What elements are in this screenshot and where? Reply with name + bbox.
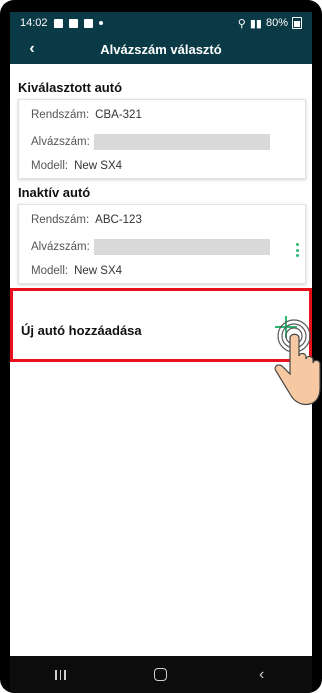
notification-icon [83,18,93,28]
signal-icon: ▮▮ [249,17,262,30]
plate-value: CBA-321 [95,109,142,121]
vin-row: Alvázszám: [31,134,270,150]
message-icon [68,18,78,28]
vin-label: Alvázszám: [31,241,90,253]
home-button[interactable] [141,660,181,690]
status-bar: 14:02 ⚲ ▮▮ 80% [10,12,312,34]
recents-button[interactable] [40,660,80,690]
inactive-car-title: Inaktív autó [18,185,91,200]
recents-icon [55,669,66,680]
model-value: New SX4 [74,160,123,172]
home-icon [154,668,168,681]
battery-icon [292,17,302,29]
dot-icon [98,21,103,25]
vin-masked [93,134,270,150]
model-label: Modell: [31,265,69,277]
vin-masked [93,239,270,255]
system-back-button[interactable]: ‹ [242,660,282,690]
page-title: Alvázszám választó [100,41,222,57]
plate-row: Rendszám: ABC-123 [31,214,142,226]
model-label: Modell: [31,160,69,172]
kebab-menu-icon[interactable] [295,243,299,257]
phone-frame: 14:02 ⚲ ▮▮ 80% ‹ Alvázszám választó Kivá… [0,0,322,693]
add-car-label: Új autó hozzáadása [21,323,142,338]
battery-level: 80% [265,17,288,29]
model-row: Modell: New SX4 [31,265,122,277]
plate-row: Rendszám: CBA-321 [31,109,142,121]
system-nav-bar: ‹ [10,656,312,693]
back-icon: ‹ [258,665,265,683]
selected-car-card[interactable]: Rendszám: CBA-321 Alvázszám: Modell: New… [18,99,306,179]
plate-label: Rendszám: [31,109,90,121]
vin-row: Alvázszám: [31,239,270,255]
vin-label: Alvázszám: [31,136,90,148]
location-icon: ⚲ [237,17,246,30]
back-button[interactable]: ‹ [22,39,42,59]
selected-car-title: Kiválasztott autó [18,80,123,95]
plate-label: Rendszám: [31,214,90,226]
model-row: Modell: New SX4 [31,160,122,172]
tap-hand-icon [274,319,321,406]
model-value: New SX4 [74,265,123,277]
gallery-icon [53,18,63,28]
plate-value: ABC-123 [95,214,142,226]
app-bar: ‹ Alvázszám választó [10,34,312,64]
status-time: 14:02 [20,17,48,29]
inactive-car-card[interactable]: Rendszám: ABC-123 Alvázszám: Modell: New… [18,204,306,284]
chevron-left-icon: ‹ [29,40,35,57]
